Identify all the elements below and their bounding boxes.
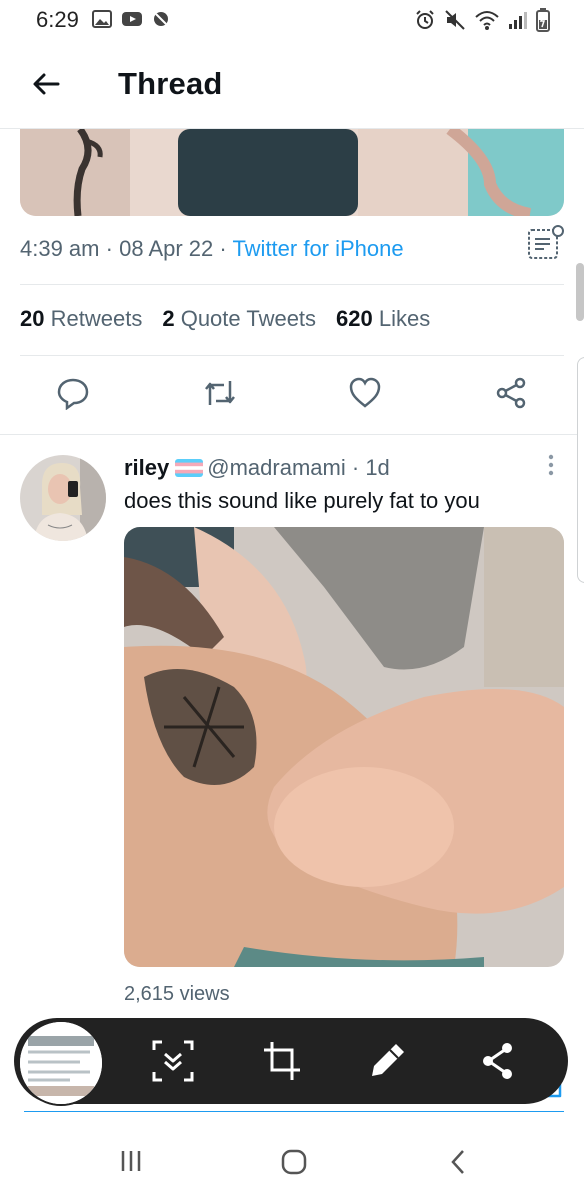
wifi-icon [475,11,499,30]
stat-retweets[interactable]: 20 Retweets [20,306,142,332]
thread-reader-icon[interactable] [526,224,566,264]
tweet-time: 4:39 am [20,236,100,261]
main-tweet-media[interactable] [20,129,564,216]
meta-separator: · [105,236,113,261]
youtube-icon [122,12,142,26]
tweet-user-line: riley @madramami · 1d [124,455,390,480]
tweet-actions [0,376,584,416]
tweet-age: 1d [365,455,390,480]
tweet-views: 2,615 views [124,983,230,1005]
back-icon[interactable] [448,1148,468,1176]
share-icon[interactable] [480,1038,516,1084]
status-time: 6:29 [36,7,79,32]
mute-icon [445,10,465,30]
image-icon [92,10,112,28]
stat-quote-tweets[interactable]: 2 Quote Tweets [162,306,316,332]
screenshot-thumbnail[interactable] [18,1020,104,1106]
draw-icon[interactable] [368,1038,408,1084]
display-name[interactable]: riley [124,455,169,480]
recents-icon[interactable] [118,1148,144,1174]
crop-icon[interactable] [262,1038,302,1084]
signal-icon [509,12,527,29]
transgender-flag-icon [175,459,204,477]
retweet-icon[interactable] [202,376,238,410]
page-title: Thread [118,66,223,101]
scrollbar-thumb[interactable] [576,263,584,321]
share-icon[interactable] [494,376,528,410]
like-icon[interactable] [348,376,382,410]
avatar[interactable] [20,455,106,541]
app-header: Thread [0,44,584,129]
divider [0,434,584,435]
tweet-stats: 20 Retweets 2 Quote Tweets 620 Likes [20,306,430,332]
status-bar: 6:29 [0,0,584,44]
tweet-meta: 4:39 am · 08 Apr 22 · Twitter for iPhone [20,236,404,262]
no-disturb-icon [154,12,168,26]
battery-icon [536,8,550,32]
edge-panel-handle[interactable] [577,357,584,583]
user-handle[interactable]: @madramami [207,455,345,480]
home-icon[interactable] [280,1148,308,1176]
stat-likes[interactable]: 620 Likes [336,306,430,332]
meta-separator: · [219,236,227,261]
tweet-media[interactable] [124,527,564,967]
tweet-text: does this sound like purely fat to you [124,488,480,513]
reply-icon[interactable] [56,376,90,410]
divider [20,355,564,356]
alarm-icon [416,10,434,29]
more-options-icon[interactable] [546,453,556,479]
scroll-capture-icon[interactable] [150,1038,196,1084]
arrow-left-icon[interactable] [30,68,62,100]
tweet-source-link[interactable]: Twitter for iPhone [232,236,403,261]
divider [20,284,564,285]
system-nav-bar [0,1126,584,1200]
tweet-date: 08 Apr 22 [119,236,214,261]
